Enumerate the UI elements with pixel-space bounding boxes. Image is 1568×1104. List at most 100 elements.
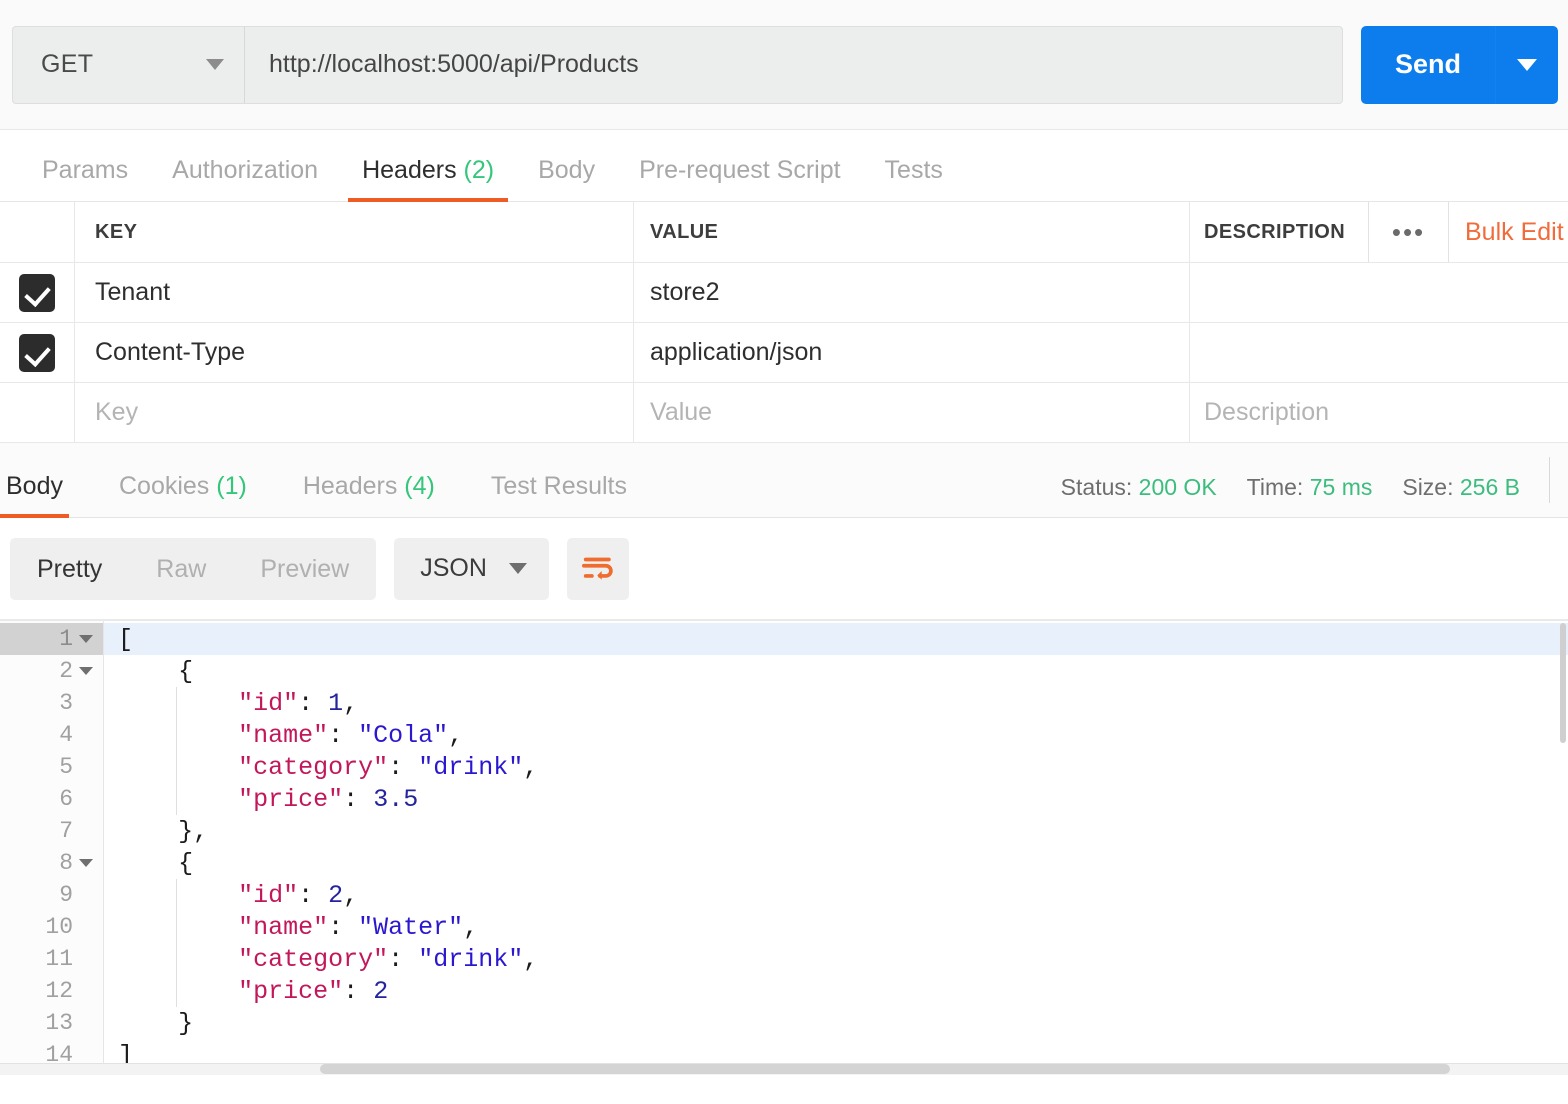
- line-number: 4: [0, 719, 103, 751]
- send-button[interactable]: Send: [1361, 25, 1496, 104]
- response-tab-test-results[interactable]: Test Results: [463, 472, 655, 517]
- tab-label: Tests: [884, 156, 943, 184]
- code-line[interactable]: "price": 3.5: [104, 783, 1568, 815]
- tab-label: Body: [538, 156, 596, 184]
- column-header-value: VALUE: [634, 202, 1190, 262]
- status-value: 200 OK: [1138, 474, 1217, 500]
- new-header-description-input[interactable]: Description: [1190, 383, 1568, 442]
- http-method-select[interactable]: GET: [13, 26, 245, 103]
- response-format-select[interactable]: JSON: [394, 537, 549, 600]
- fold-toggle-icon[interactable]: [79, 859, 93, 867]
- method-url-group: GET http://localhost:5000/api/Products: [12, 25, 1343, 104]
- response-body-viewer[interactable]: 1 2 3 4 5 6 7 8 9 10 11 12 13 14 [ { "id": 1, "name":…: [0, 620, 1568, 1075]
- code-line[interactable]: "name": "Cola",: [104, 719, 1568, 751]
- line-number-label: 12: [45, 978, 73, 1004]
- line-number-label: 7: [59, 818, 73, 844]
- tab-count: (1): [216, 472, 247, 500]
- row-checkbox[interactable]: [19, 273, 55, 312]
- tab-count: (4): [404, 472, 435, 500]
- send-options-button[interactable]: [1496, 26, 1558, 104]
- tab-headers[interactable]: Headers (2): [340, 156, 516, 202]
- horizontal-scrollbar-track[interactable]: [0, 1063, 1568, 1075]
- indent-guide: [176, 687, 177, 815]
- code-line[interactable]: {: [104, 655, 1568, 687]
- tab-label: Authorization: [172, 156, 319, 184]
- line-number-label: 1: [59, 626, 73, 652]
- line-number: 13: [0, 1007, 103, 1039]
- time-label: Time:: [1246, 474, 1304, 500]
- line-number: 6: [0, 783, 103, 815]
- line-number: 2: [0, 655, 103, 687]
- send-button-group: Send: [1361, 25, 1558, 104]
- code-line[interactable]: "name": "Water",: [104, 911, 1568, 943]
- indent-guide: [176, 879, 177, 1007]
- time-badge[interactable]: Time: 75 ms: [1247, 474, 1373, 501]
- row-checkbox[interactable]: [19, 333, 55, 372]
- code-line[interactable]: "price": 2: [104, 975, 1568, 1007]
- tab-params[interactable]: Params: [20, 156, 150, 201]
- code-content[interactable]: [ { "id": 1, "name": "Cola", "category":…: [104, 621, 1568, 1075]
- bulk-edit-button[interactable]: Bulk Edit: [1448, 202, 1568, 262]
- line-number-label: 4: [59, 722, 73, 748]
- response-tab-body[interactable]: Body: [0, 472, 91, 518]
- view-mode-raw[interactable]: Raw: [129, 538, 233, 600]
- line-number-label: 6: [59, 786, 73, 812]
- view-mode-preview[interactable]: Preview: [233, 538, 376, 600]
- line-number-label: 13: [45, 1010, 73, 1036]
- tab-pre-request-script[interactable]: Pre-request Script: [617, 156, 862, 201]
- header-key-input[interactable]: Tenant: [75, 263, 634, 322]
- header-description-input[interactable]: [1190, 263, 1568, 322]
- view-mode-pretty[interactable]: Pretty: [10, 538, 129, 600]
- code-line[interactable]: "category": "drink",: [104, 943, 1568, 975]
- select-all-cell: [0, 202, 75, 262]
- header-value-input[interactable]: store2: [634, 263, 1190, 322]
- code-line[interactable]: },: [104, 815, 1568, 847]
- size-value: 256 B: [1459, 474, 1520, 500]
- fold-toggle-icon[interactable]: [79, 667, 93, 675]
- code-line[interactable]: }: [104, 1007, 1568, 1039]
- new-header-value-input[interactable]: Value: [634, 383, 1190, 442]
- fold-toggle-icon[interactable]: [79, 635, 93, 643]
- response-tabs: Body Cookies (1) Headers (4) Test Result…: [0, 472, 655, 518]
- tab-tests[interactable]: Tests: [863, 156, 965, 201]
- new-header-key-input[interactable]: Key: [75, 383, 634, 442]
- tab-label: Test Results: [490, 472, 628, 500]
- tab-authorization[interactable]: Authorization: [150, 156, 340, 201]
- code-line[interactable]: [: [104, 623, 1568, 655]
- code-line[interactable]: "category": "drink",: [104, 751, 1568, 783]
- tab-body[interactable]: Body: [516, 156, 617, 201]
- line-number: 3: [0, 687, 103, 719]
- line-number: 7: [0, 815, 103, 847]
- header-value-input[interactable]: application/json: [634, 323, 1190, 382]
- line-number-label: 11: [45, 946, 73, 972]
- http-method-value: GET: [41, 50, 94, 78]
- url-input[interactable]: http://localhost:5000/api/Products: [245, 27, 1342, 103]
- tab-label: Pre-request Script: [639, 156, 841, 184]
- line-number-label: 9: [59, 882, 73, 908]
- size-badge[interactable]: Size: 256 B: [1402, 474, 1520, 501]
- chevron-down-icon: [508, 563, 527, 574]
- vertical-scrollbar[interactable]: [1560, 623, 1566, 743]
- ellipsis-icon: •••: [1391, 217, 1426, 247]
- code-line[interactable]: "id": 2,: [104, 879, 1568, 911]
- code-line[interactable]: {: [104, 847, 1568, 879]
- tab-label: Headers: [362, 156, 457, 184]
- header-key-input[interactable]: Content-Type: [75, 323, 634, 382]
- table-row: Tenant store2: [0, 263, 1568, 323]
- response-tab-cookies[interactable]: Cookies (1): [91, 472, 275, 517]
- response-tab-headers[interactable]: Headers (4): [275, 472, 463, 517]
- table-row: Content-Type application/json: [0, 323, 1568, 383]
- header-description-input[interactable]: [1190, 323, 1568, 382]
- headers-table: KEY VALUE DESCRIPTION ••• Bulk Edit Tena…: [0, 202, 1568, 443]
- status-badge[interactable]: Status: 200 OK: [1061, 474, 1217, 501]
- request-url-bar: GET http://localhost:5000/api/Products S…: [0, 0, 1568, 130]
- tab-label: Cookies: [118, 472, 210, 500]
- chevron-down-icon: [206, 59, 224, 70]
- headers-more-options-button[interactable]: •••: [1368, 202, 1448, 262]
- word-wrap-toggle[interactable]: [566, 537, 629, 600]
- code-line[interactable]: "id": 1,: [104, 687, 1568, 719]
- code-editor: 1 2 3 4 5 6 7 8 9 10 11 12 13 14 [ { "id": 1, "name":…: [0, 621, 1568, 1075]
- line-number: 11: [0, 943, 103, 975]
- line-number-label: 8: [59, 850, 73, 876]
- horizontal-scrollbar-thumb[interactable]: [320, 1064, 1450, 1074]
